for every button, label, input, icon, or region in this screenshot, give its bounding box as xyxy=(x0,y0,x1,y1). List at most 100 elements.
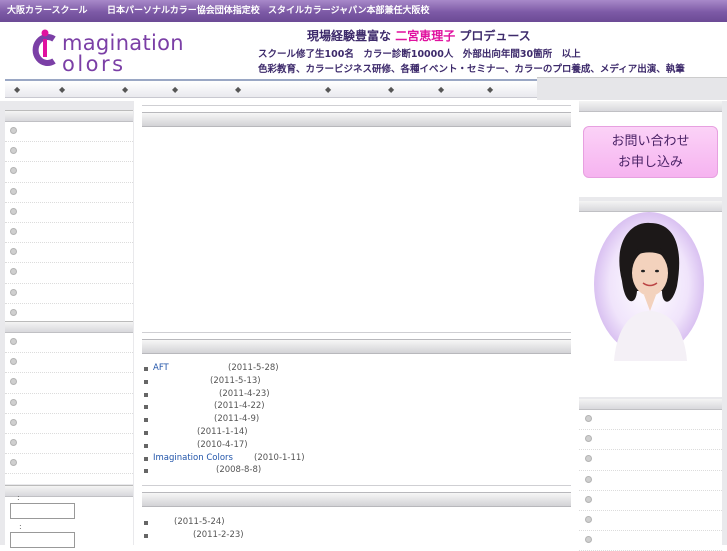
news-item[interactable]: (2011-4-22) xyxy=(144,401,564,414)
section-header-1 xyxy=(142,112,571,127)
bullet-icon xyxy=(585,475,592,483)
news-date: (2011-4-9) xyxy=(214,414,260,425)
news-item[interactable]: (2011-1-14) xyxy=(144,427,564,440)
left-menu-item[interactable] xyxy=(5,333,133,354)
login-label-2: : xyxy=(19,522,22,531)
section-header-2 xyxy=(142,339,571,354)
left-menu-item[interactable] xyxy=(5,373,133,394)
nav-item-6[interactable]: ◆ xyxy=(316,79,379,98)
left-menu-item[interactable] xyxy=(5,183,133,203)
profile-photo xyxy=(594,212,704,361)
bullet-icon xyxy=(10,167,17,175)
diamond-icon: ◆ xyxy=(438,85,445,94)
news-date: (2011-1-14) xyxy=(197,426,248,437)
news-item[interactable]: (2008-8-8) xyxy=(144,465,564,478)
bullet-icon xyxy=(10,378,17,386)
diamond-icon: ◆ xyxy=(325,85,332,94)
left-menu-item[interactable] xyxy=(5,162,133,183)
right-menu-item[interactable] xyxy=(579,430,722,451)
nav-filler xyxy=(537,77,727,100)
news-date: (2011-2-23) xyxy=(193,529,244,540)
bullet-icon xyxy=(10,127,17,134)
bullet-square-icon xyxy=(144,379,148,384)
login-input-2[interactable] xyxy=(10,532,75,548)
bullet-icon xyxy=(10,308,17,316)
left-menu-item[interactable] xyxy=(5,223,133,244)
profile-box xyxy=(579,201,722,397)
nav-item-3[interactable]: ◆ xyxy=(113,79,163,98)
left-menu-item[interactable] xyxy=(5,203,133,223)
news-item[interactable]: Imagination Colors (2010-1-11) xyxy=(144,453,564,466)
tagline-prefix: 現場経験豊富な xyxy=(307,29,392,43)
left-menu-item[interactable] xyxy=(5,122,133,143)
left-menu-item[interactable] xyxy=(5,142,133,163)
nav-item-7[interactable]: ◆ xyxy=(379,79,429,98)
bullet-square-icon xyxy=(144,521,148,525)
bullet-square-icon xyxy=(144,456,148,461)
bullet-icon xyxy=(10,147,17,155)
main-content: AFT (2011-5-28) (2011-5-13) (2011-4-23) (… xyxy=(134,101,579,545)
diamond-icon: ◆ xyxy=(59,85,66,94)
left-menu-item[interactable] xyxy=(5,263,133,284)
right-menu-item[interactable] xyxy=(579,491,722,511)
news-item[interactable]: AFT (2011-5-28) xyxy=(144,363,564,376)
box-header xyxy=(5,322,133,333)
bullet-icon xyxy=(10,358,17,366)
nav-item-4[interactable]: ◆ xyxy=(163,79,226,98)
bullet-square-icon xyxy=(144,430,148,435)
left-menu-item[interactable] xyxy=(5,394,133,414)
nav-item-1[interactable]: ◆ xyxy=(5,79,55,98)
news-title[interactable]: AFT xyxy=(153,363,169,373)
news-date: (2010-1-11) xyxy=(254,452,305,463)
right-menu-item[interactable] xyxy=(579,471,722,491)
bullet-square-icon xyxy=(144,405,148,410)
right-menu-item[interactable] xyxy=(579,450,722,471)
bullet-icon xyxy=(585,495,592,503)
left-menu-item[interactable] xyxy=(5,353,133,374)
news-item[interactable]: (2011-4-23) xyxy=(144,389,564,402)
divider xyxy=(142,485,571,486)
diamond-icon: ◆ xyxy=(235,85,242,94)
bullet-square-icon xyxy=(144,392,148,397)
bullet-icon xyxy=(585,536,592,544)
right-menu-item[interactable] xyxy=(579,531,722,551)
nav-item-5[interactable]: ◆ xyxy=(226,79,316,98)
right-menu-item[interactable] xyxy=(579,511,722,532)
nav-item-2[interactable]: ◆ xyxy=(50,79,114,98)
bullet-icon xyxy=(10,438,17,446)
bullet-square-icon xyxy=(144,469,148,474)
login-input-1[interactable] xyxy=(10,503,75,519)
site-logo[interactable]: magination olors xyxy=(30,25,195,76)
bullet-icon xyxy=(10,187,17,195)
news-item[interactable]: (2011-5-13) xyxy=(144,376,564,389)
news-item[interactable]: (2010-4-17) xyxy=(144,440,564,453)
news-item[interactable]: (2011-2-23) xyxy=(144,530,564,543)
news-item[interactable]: (2011-4-9) xyxy=(144,414,564,427)
nav-item-9[interactable]: ◆ xyxy=(478,79,537,98)
tagline-stats: スクール修了生100名 カラー診断10000人 外部出向年間30箇所 以上 xyxy=(258,49,581,60)
diamond-icon: ◆ xyxy=(388,85,395,94)
section-header-3 xyxy=(142,492,571,507)
bullet-icon xyxy=(585,455,592,463)
tagline-services: 色彩教育、カラービジネス研修、各種イベント・セミナー、カラーのプロ養成、メディア… xyxy=(258,64,685,75)
nav-item-8[interactable]: ◆ xyxy=(429,79,478,98)
left-menu-item[interactable] xyxy=(5,243,133,264)
diamond-icon: ◆ xyxy=(122,85,129,94)
news-title[interactable]: Imagination Colors xyxy=(153,453,233,463)
left-menu-item[interactable] xyxy=(5,284,133,304)
divider xyxy=(142,105,571,106)
diamond-icon: ◆ xyxy=(487,85,494,94)
right-menu-item[interactable] xyxy=(579,410,722,431)
bullet-icon xyxy=(10,207,17,215)
left-menu-box-2 xyxy=(5,321,133,484)
left-menu-item[interactable] xyxy=(5,414,133,434)
news-item[interactable]: (2011-5-24) xyxy=(144,517,564,530)
logo-text-line2: olors xyxy=(62,52,126,76)
bullet-square-icon xyxy=(144,443,148,448)
left-menu-item[interactable] xyxy=(5,434,133,455)
left-menu-item[interactable] xyxy=(5,454,133,475)
left-sidebar: : : xyxy=(0,101,134,548)
news-date: (2010-4-17) xyxy=(197,439,248,450)
bullet-square-icon xyxy=(144,533,148,538)
contact-button[interactable]: お問い合わせ お申し込み xyxy=(583,126,718,178)
